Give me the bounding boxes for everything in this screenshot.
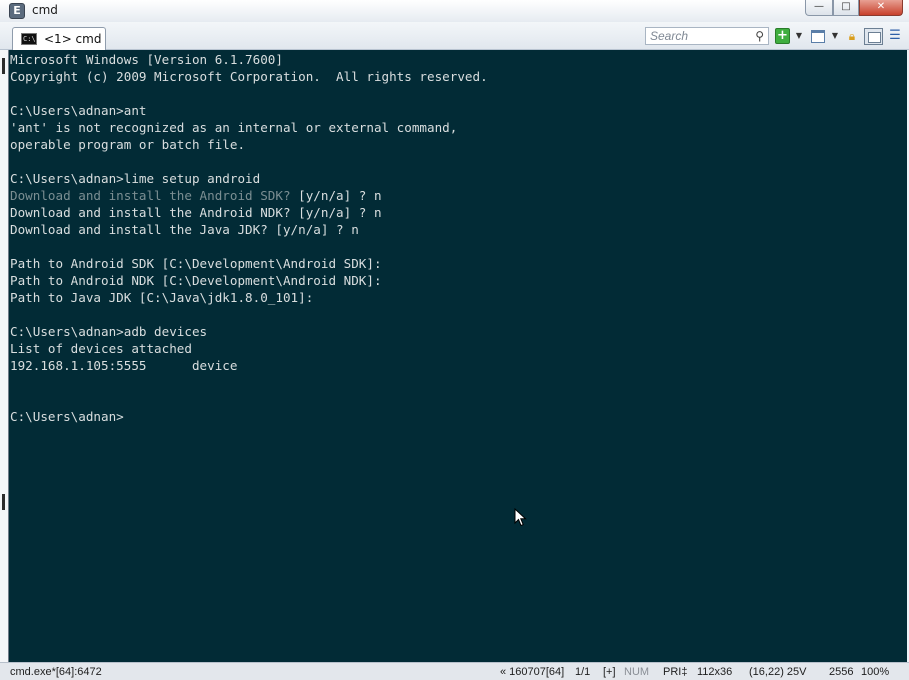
status-build: « 160707[64] — [500, 666, 565, 678]
tab-label: <1> cmd — [44, 32, 102, 46]
console-line-text: Copyright (c) 2009 Microsoft Corporation… — [10, 69, 488, 84]
console-line-text: C:\Users\adnan>ant — [10, 103, 147, 118]
status-priority: PRI‡ — [663, 666, 688, 678]
console-line: Path to Android NDK [C:\Development\Andr… — [10, 272, 382, 289]
status-bar: cmd.exe*[64]:6472 « 160707[64] 1/1 [+] N… — [0, 662, 909, 680]
console-line-suffix: [y/n/a] ? n — [298, 188, 382, 203]
console-line-text: 192.168.1.105:5555 device — [10, 358, 238, 373]
edge-mark — [2, 58, 5, 74]
console-line: Copyright (c) 2009 Microsoft Corporation… — [10, 68, 488, 85]
console-line: Download and install the Java JDK? [y/n/… — [10, 221, 359, 238]
console-line-text: C:\Users\adnan>lime setup android — [10, 171, 261, 186]
console-line-text: operable program or batch file. — [10, 137, 246, 152]
console-line: Download and install the Android NDK? [y… — [10, 204, 382, 221]
console-icon: C:\ — [21, 33, 37, 45]
console-line: Path to Java JDK [C:\Java\jdk1.8.0_101]: — [10, 289, 313, 306]
close-button[interactable]: ✕ — [859, 0, 903, 16]
status-pages: 1/1 — [575, 666, 591, 678]
console-line-text: C:\Users\adnan> — [10, 409, 124, 424]
console-line: List of devices attached — [10, 340, 192, 357]
console-line: C:\Users\adnan>adb devices — [10, 323, 207, 340]
status-zoom: 100% — [861, 666, 890, 678]
status-num: NUM — [624, 666, 650, 678]
console-line-text: Download and install the Android SDK? — [10, 188, 299, 203]
search-box: ⚲ — [645, 27, 769, 45]
tab-bar: C:\ <1> cmd ⚲ + ▼ ▼ 🔒︎ ☰ — [0, 22, 909, 50]
edge-mark — [2, 494, 5, 510]
console-line: operable program or batch file. — [10, 136, 245, 153]
chevron-down-icon[interactable]: ▼ — [830, 28, 840, 44]
minimize-button[interactable]: — — [805, 0, 833, 16]
console-line-text: Microsoft Windows [Version 6.1.7600] — [10, 52, 283, 67]
new-console-icon[interactable]: + — [775, 28, 790, 44]
window-icon[interactable] — [811, 30, 825, 43]
status-pid: 2556 — [829, 666, 854, 678]
console-line-text: Download and install the Java JDK? [y/n/… — [10, 222, 359, 237]
mouse-pointer-icon — [514, 508, 527, 527]
lock-icon[interactable]: 🔒︎ — [846, 28, 858, 44]
panel-icon[interactable] — [864, 28, 883, 45]
console-line-text: Download and install the Android NDK? [y… — [10, 205, 382, 220]
search-input[interactable] — [646, 28, 750, 44]
console-line: Download and install the Android SDK? [y… — [10, 187, 382, 204]
console-line: 'ant' is not recognized as an internal o… — [10, 119, 457, 136]
console-line-text: Path to Java JDK [C:\Java\jdk1.8.0_101]: — [10, 290, 314, 305]
menu-icon[interactable]: ☰ — [888, 28, 902, 44]
status-size: 112x36 — [697, 666, 733, 678]
console-line: C:\Users\adnan>lime setup android — [10, 170, 260, 187]
status-process: cmd.exe*[64]:6472 — [10, 666, 102, 678]
console-line: 192.168.1.105:5555 device — [10, 357, 237, 374]
console-line-text: C:\Users\adnan>adb devices — [10, 324, 208, 339]
console-line: Microsoft Windows [Version 6.1.7600] — [10, 51, 283, 68]
window-title: cmd — [32, 3, 58, 17]
console-line-text: List of devices attached — [10, 341, 192, 356]
console-line: C:\Users\adnan>ant — [10, 102, 146, 119]
status-cursor-pos: (16,22) 25V — [749, 666, 807, 678]
console-output[interactable]: Microsoft Windows [Version 6.1.7600] Copy… — [10, 51, 900, 661]
console-line: Path to Android SDK [C:\Development\Andr… — [10, 255, 382, 272]
search-icon[interactable]: ⚲ — [755, 29, 764, 43]
console-line-text: 'ant' is not recognized as an internal o… — [10, 120, 458, 135]
app-icon: E — [9, 3, 25, 19]
left-edge — [0, 50, 8, 662]
status-plus: [+] — [603, 666, 616, 678]
tab-cmd[interactable]: C:\ <1> cmd — [12, 27, 106, 50]
title-bar: E cmd — □ ✕ — [0, 0, 909, 22]
console-line-text: Path to Android NDK [C:\Development\Andr… — [10, 273, 382, 288]
console-line-text: Path to Android SDK [C:\Development\Andr… — [10, 256, 382, 271]
maximize-button[interactable]: □ — [833, 0, 859, 16]
console-line: C:\Users\adnan> — [10, 408, 124, 425]
chevron-down-icon[interactable]: ▼ — [794, 28, 804, 44]
